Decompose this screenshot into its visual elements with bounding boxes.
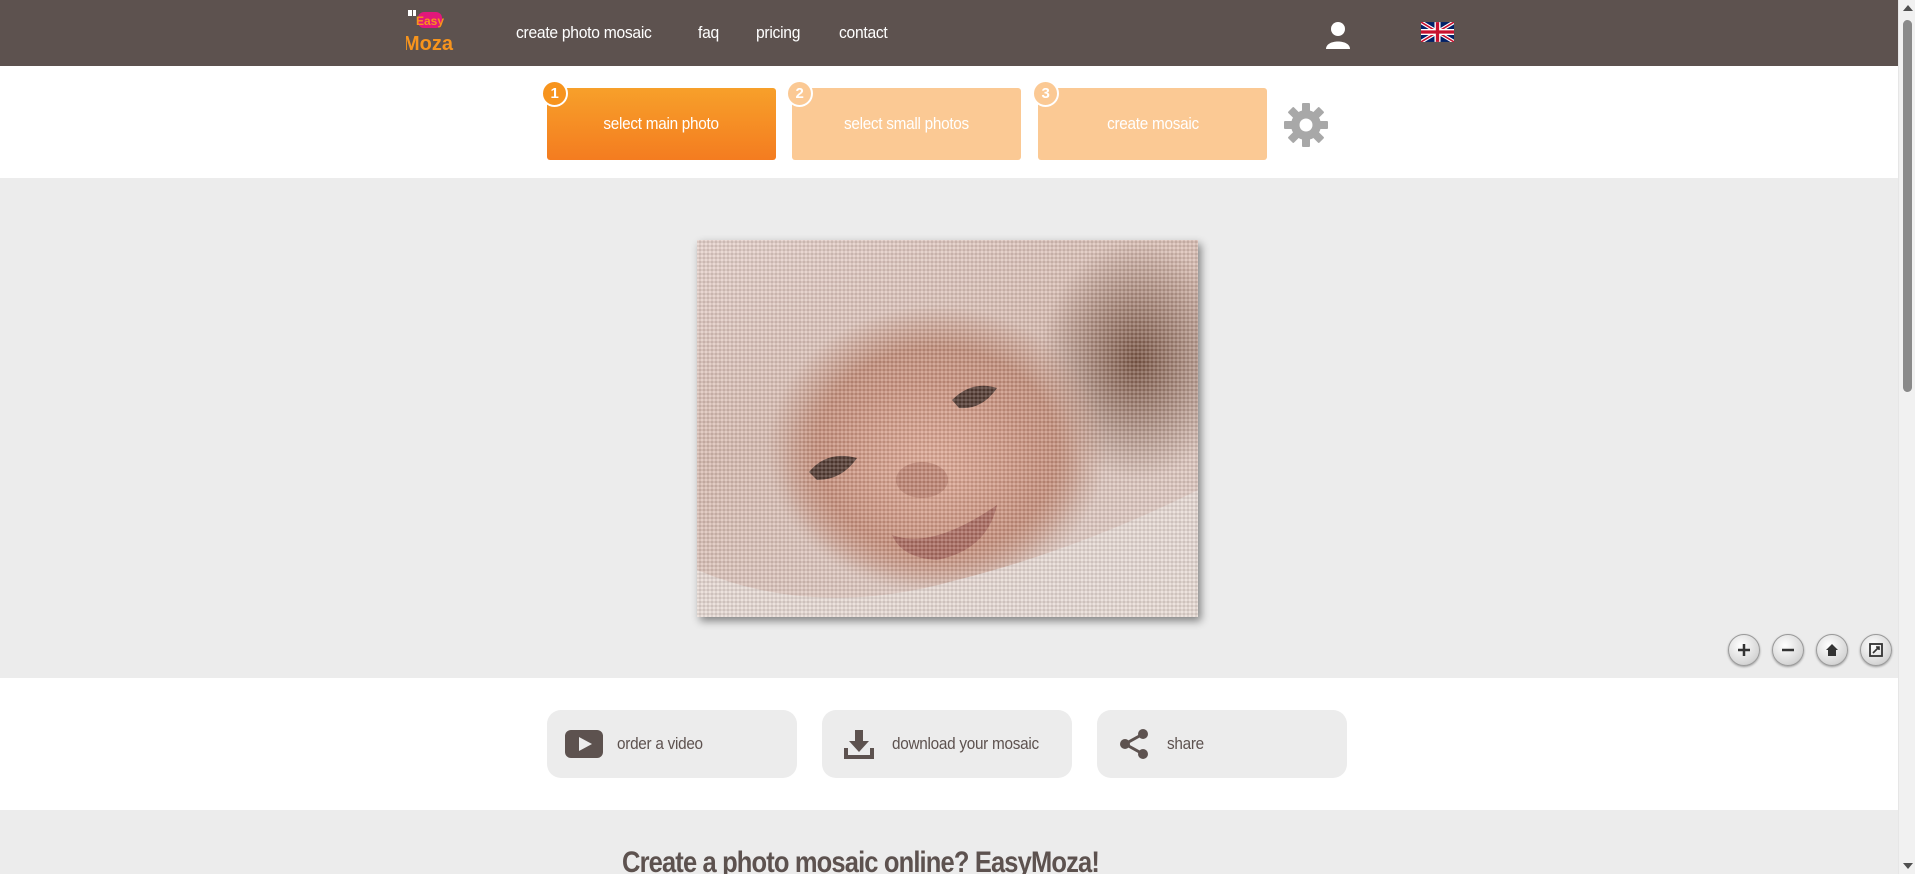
zoom-controls: [1728, 634, 1892, 666]
step-label: select main photo: [603, 114, 720, 133]
action-label: download your mosaic: [892, 734, 1039, 753]
order-video-button[interactable]: order a video: [547, 710, 797, 778]
page-scrollbar[interactable]: [1898, 0, 1915, 874]
fullscreen-icon[interactable]: [1860, 634, 1892, 666]
user-icon[interactable]: [1324, 20, 1352, 50]
scroll-up-icon[interactable]: [1903, 5, 1913, 11]
nav-faq[interactable]: faq: [698, 23, 719, 43]
svg-text:Moza: Moza: [406, 33, 454, 55]
scrollbar-thumb[interactable]: [1903, 20, 1912, 392]
zoom-in-icon[interactable]: [1728, 634, 1760, 666]
download-mosaic-button[interactable]: download your mosaic: [822, 710, 1072, 778]
step-label: select small photos: [844, 114, 969, 133]
top-navigation-bar: Easy Moza create photo mosaic faq pricin…: [0, 0, 1898, 66]
scroll-down-icon[interactable]: [1903, 863, 1913, 869]
step-number-badge: 1: [541, 80, 568, 107]
svg-text:Easy: Easy: [416, 14, 444, 28]
step-create-mosaic[interactable]: 3 create mosaic: [1032, 80, 1267, 160]
step-number-badge: 3: [1032, 80, 1059, 107]
uk-flag-icon[interactable]: [1420, 20, 1455, 44]
mosaic-actions: order a video download your mosaic share: [0, 678, 1898, 810]
nav-pricing[interactable]: pricing: [756, 23, 800, 43]
share-button[interactable]: share: [1097, 710, 1347, 778]
main-nav: create photo mosaic faq pricing contact: [516, 0, 927, 66]
section-heading: Create a photo mosaic online? EasyMoza!: [622, 846, 1100, 874]
step-select-small-photos[interactable]: 2 select small photos: [786, 80, 1021, 160]
nav-contact[interactable]: contact: [839, 23, 888, 43]
zoom-out-icon[interactable]: [1772, 634, 1804, 666]
action-label: share: [1167, 734, 1204, 753]
easymoza-logo[interactable]: Easy Moza: [403, 6, 460, 56]
step-wizard: 1 select main photo 2 select small photo…: [0, 66, 1898, 178]
mosaic-preview-image[interactable]: [697, 240, 1198, 617]
action-label: order a video: [617, 734, 703, 753]
download-icon: [840, 728, 878, 760]
step-label: create mosaic: [1106, 114, 1199, 133]
step-select-main-photo[interactable]: 1 select main photo: [541, 80, 776, 160]
share-icon: [1115, 728, 1153, 760]
mosaic-viewer[interactable]: [0, 178, 1898, 678]
home-icon[interactable]: [1816, 634, 1848, 666]
gear-icon[interactable]: [1282, 101, 1330, 149]
nav-create-photo-mosaic[interactable]: create photo mosaic: [516, 23, 652, 43]
video-play-icon: [565, 728, 603, 760]
intro-section: Create a photo mosaic online? EasyMoza!: [0, 810, 1898, 874]
step-number-badge: 2: [786, 80, 813, 107]
